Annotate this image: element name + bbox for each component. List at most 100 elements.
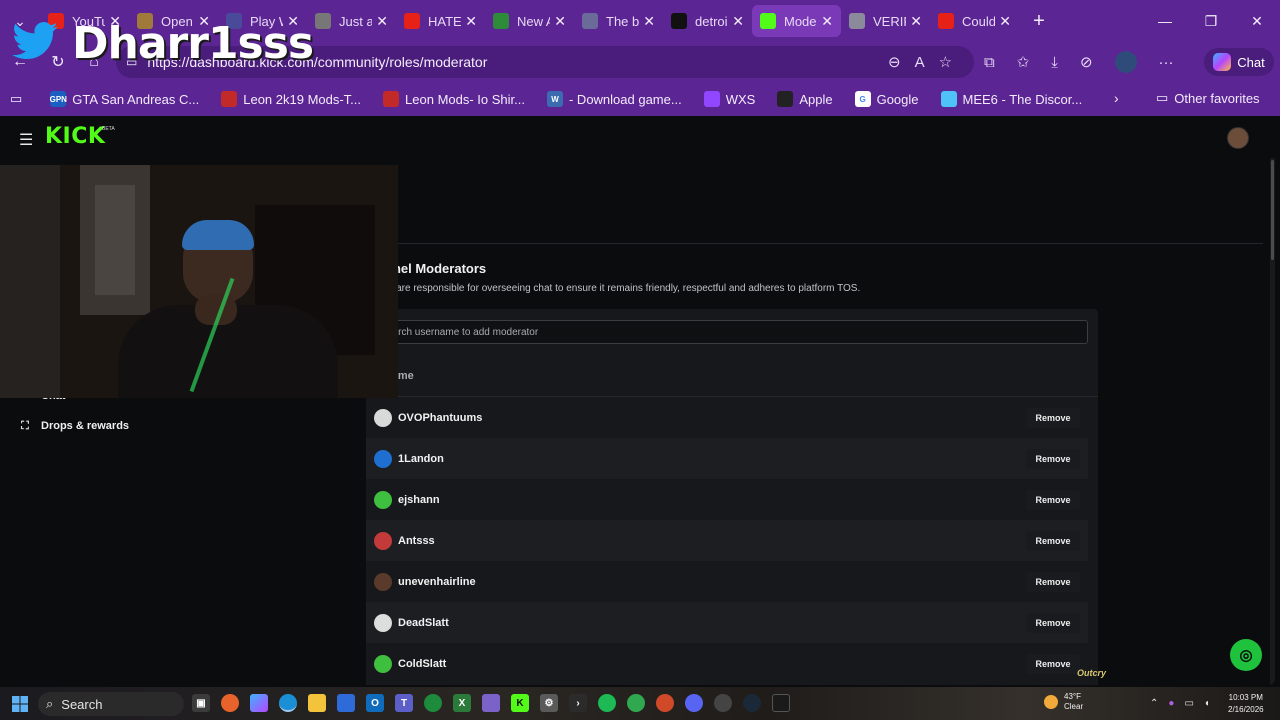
firefox-icon[interactable] <box>221 694 239 712</box>
tab-close-icon[interactable]: ✕ <box>910 13 922 30</box>
xbox-game-icon[interactable] <box>627 694 645 712</box>
taskbar-clock[interactable]: 10:03 PM 2/16/2026 <box>1228 692 1264 716</box>
moderator-username[interactable]: OVOPhantuums <box>398 412 482 424</box>
bookmark-list: GPN GTA San Andreas C... Leon 2k19 Mods-T.… <box>50 91 1104 107</box>
terminal-icon[interactable]: › <box>569 694 587 712</box>
discord-icon[interactable] <box>685 694 703 712</box>
read-aloud-icon[interactable]: A <box>915 54 925 71</box>
browser-tab[interactable]: The b ✕ <box>574 5 663 37</box>
remove-moderator-button[interactable]: Remove <box>1026 653 1080 674</box>
tab-close-icon[interactable]: ✕ <box>821 13 833 30</box>
moderator-username[interactable]: unevenhairline <box>398 576 476 588</box>
add-moderator-search-input[interactable]: earch username to add moderator <box>376 320 1088 344</box>
outlook-icon[interactable]: O <box>366 694 384 712</box>
browser-tab[interactable]: VERIF✕ <box>841 5 930 37</box>
more-options-icon[interactable]: ··· <box>1159 54 1174 71</box>
reading-list-icon[interactable]: ▭ <box>10 91 22 107</box>
moderator-username[interactable]: ejshann <box>398 494 440 506</box>
bookmark-item[interactable]: Leon Mods- Io Shir... <box>383 91 525 107</box>
remove-moderator-button[interactable]: Remove <box>1026 530 1080 551</box>
taskbar-search[interactable]: ⌕ Search <box>38 692 184 716</box>
xbox-icon[interactable] <box>424 694 442 712</box>
red-app-icon[interactable] <box>656 694 674 712</box>
tab-close-icon[interactable]: ✕ <box>554 13 566 30</box>
browser-essentials-icon[interactable]: ⊘ <box>1080 53 1093 71</box>
tray-overflow-chevron-icon[interactable]: ⌃ <box>1150 698 1158 709</box>
minimize-button[interactable]: — <box>1142 0 1188 42</box>
browser-tab[interactable]: HATE ✕ <box>396 5 485 37</box>
settings-gear-icon[interactable]: ⚙ <box>540 694 558 712</box>
bookmark-item[interactable]: G Google <box>854 91 919 107</box>
kick-app-icon[interactable]: K <box>511 694 529 712</box>
sidebar-item-drops[interactable]: ⛶ Drops & rewards <box>19 419 129 433</box>
tab-close-icon[interactable]: ✕ <box>465 13 477 30</box>
remove-moderator-button[interactable]: Remove <box>1026 448 1080 469</box>
other-favorites[interactable]: ▭ Other favorites <box>1156 90 1260 106</box>
excel-icon[interactable]: X <box>453 694 471 712</box>
zoom-icon[interactable]: ⊖ <box>888 53 901 71</box>
bookmark-item[interactable]: GPN GTA San Andreas C... <box>50 91 199 107</box>
gift-icon: ⛶ <box>21 419 29 432</box>
favorite-star-icon[interactable]: ☆ <box>939 53 952 71</box>
bookmark-item[interactable]: WXS <box>703 91 755 107</box>
remove-moderator-button[interactable]: Remove <box>1026 612 1080 633</box>
github-desktop-icon[interactable] <box>714 694 732 712</box>
support-chat-button[interactable]: ◎ <box>1230 639 1262 671</box>
user-avatar[interactable] <box>1227 127 1249 149</box>
bookmark-item[interactable]: Leon 2k19 Mods-T... <box>221 91 361 107</box>
toolbar-icons: ⧉ ✩ ⤓ ⊘ ··· <box>984 42 1174 82</box>
task-view-icon[interactable]: ▣ <box>192 694 210 712</box>
browser-tab[interactable]: Just a ✕ <box>307 5 396 37</box>
moderator-username[interactable]: DeadSlatt <box>398 617 449 629</box>
remove-moderator-button[interactable]: Remove <box>1026 489 1080 510</box>
webcam-window-light <box>95 185 135 295</box>
tab-close-icon[interactable]: ✕ <box>999 13 1011 30</box>
windows-start-icon[interactable] <box>12 696 28 712</box>
mic-icon[interactable]: ● <box>1168 698 1174 709</box>
tab-close-icon[interactable]: ✕ <box>376 13 388 30</box>
remove-moderator-button[interactable]: Remove <box>1026 407 1080 428</box>
downloads-icon[interactable]: ⤓ <box>1051 54 1058 71</box>
bookmark-favicon-icon: W <box>546 91 563 107</box>
notepad-icon[interactable] <box>482 694 500 712</box>
remove-moderator-button[interactable]: Remove <box>1026 571 1080 592</box>
bookmark-item[interactable]: Apple <box>777 91 833 107</box>
file-explorer-icon[interactable] <box>308 694 326 712</box>
teams-icon[interactable]: T <box>395 694 413 712</box>
favorites-icon[interactable]: ✩ <box>1017 53 1030 71</box>
restore-button[interactable]: ❐ <box>1188 0 1234 42</box>
copilot-app-icon[interactable] <box>250 694 268 712</box>
steam-icon[interactable] <box>743 694 761 712</box>
profile-icon[interactable] <box>1114 51 1137 73</box>
copilot-chat-button[interactable]: Chat <box>1204 48 1274 76</box>
scrollbar-thumb[interactable] <box>1271 160 1274 260</box>
tab-close-icon[interactable]: ✕ <box>732 13 744 30</box>
headset-icon: ◎ <box>1239 647 1253 664</box>
edge-icon[interactable] <box>279 694 297 712</box>
moderator-username[interactable]: 1Landon <box>398 453 444 465</box>
dark-app-icon[interactable] <box>772 694 790 712</box>
moderator-avatar <box>374 613 392 632</box>
weather-widget[interactable]: 43°F Clear <box>1044 692 1083 712</box>
new-tab-button[interactable]: + <box>1019 0 1059 42</box>
network-icon[interactable]: ▭ <box>1184 698 1193 709</box>
browser-tab[interactable]: Could ✕ <box>930 5 1019 37</box>
browser-tab[interactable]: Moder ✕ <box>752 5 841 37</box>
bookmarks-overflow-chevron-icon[interactable]: › <box>1114 90 1119 106</box>
extensions-icon[interactable]: ⧉ <box>984 54 995 71</box>
tab-close-icon[interactable]: ✕ <box>643 13 655 30</box>
volume-icon[interactable]: ◖ <box>1204 698 1210 709</box>
bookmark-item[interactable]: MEE6 - The Discor... <box>940 91 1082 107</box>
close-window-button[interactable]: ✕ <box>1234 0 1280 42</box>
microsoft-store-icon[interactable] <box>337 694 355 712</box>
spotify-icon[interactable] <box>598 694 616 712</box>
moderator-avatar <box>374 654 392 673</box>
browser-tab[interactable]: detroi ✕ <box>663 5 752 37</box>
taskbar-search-label: Search <box>61 696 103 712</box>
kick-logo[interactable]: KICK <box>45 124 105 149</box>
browser-tab[interactable]: New A ✕ <box>485 5 574 37</box>
bookmark-item[interactable]: W - Download game... <box>546 91 682 107</box>
menu-icon[interactable]: ☰ <box>19 130 33 150</box>
moderator-username[interactable]: ColdSlatt <box>398 658 446 670</box>
moderator-username[interactable]: Antsss <box>398 535 435 547</box>
